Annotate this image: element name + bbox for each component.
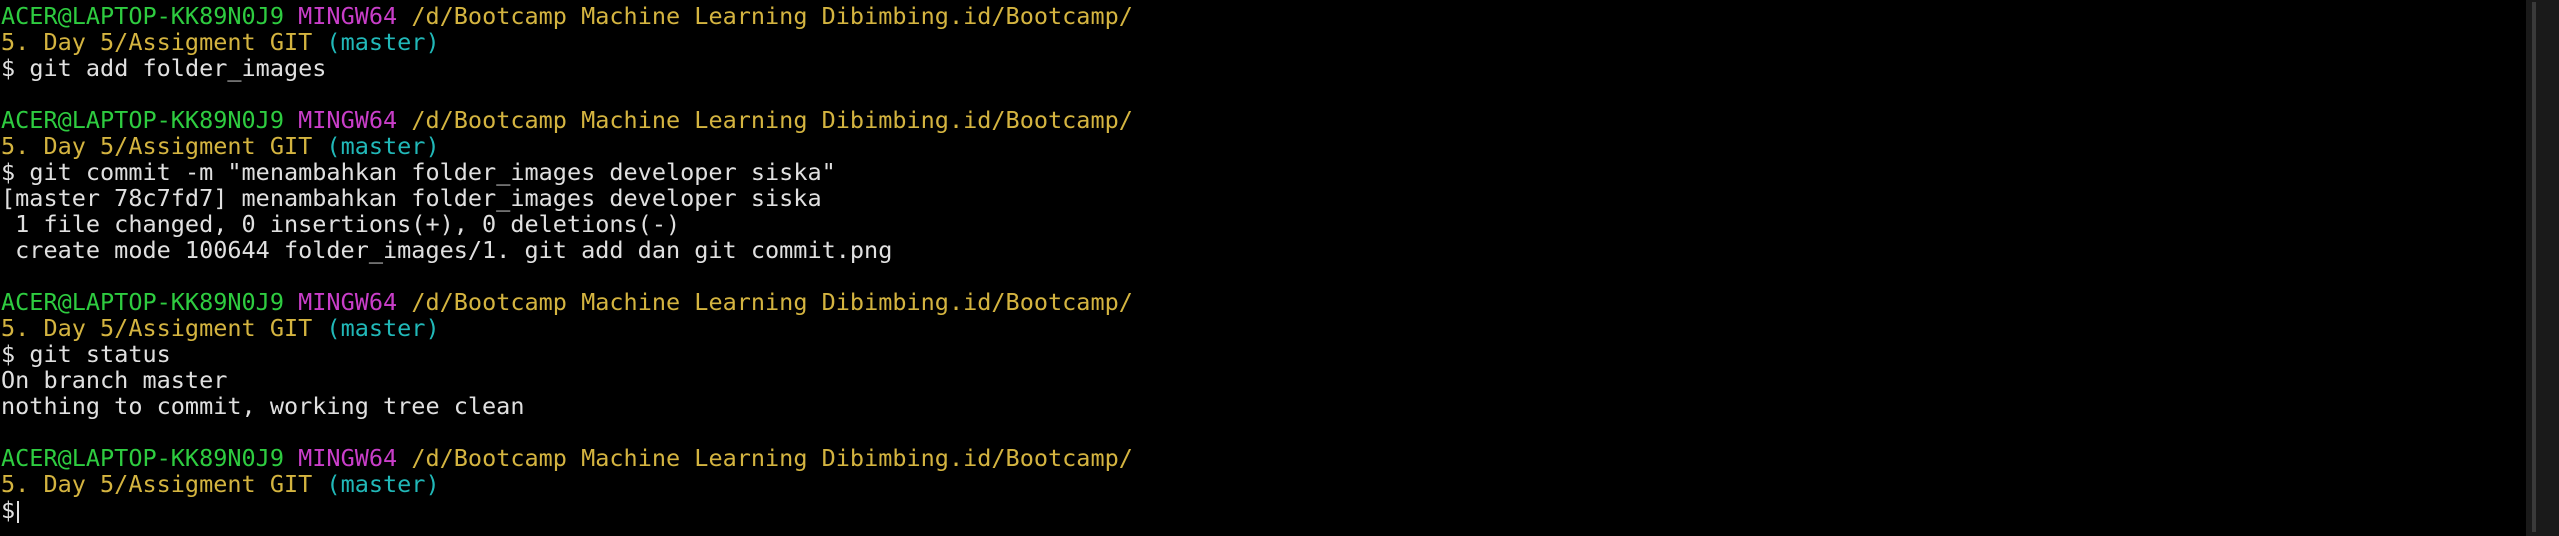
- prompt-path-continued: 5. Day 5/Assigment GIT (master): [1, 29, 2521, 55]
- prompt-path-part2: 5. Day 5/Assigment GIT: [1, 28, 313, 56]
- prompt-path-part2: 5. Day 5/Assigment GIT: [1, 132, 313, 160]
- output-line: nothing to commit, working tree clean: [1, 392, 525, 420]
- prompt-system: MINGW64: [298, 106, 398, 134]
- prompt-symbol: $: [1, 496, 16, 524]
- prompt-header: ACER@LAPTOP-KK89N0J9 MINGW64 /d/Bootcamp…: [1, 445, 2521, 471]
- prompt-branch: (master): [326, 132, 440, 160]
- command-text: git add folder_images: [29, 54, 327, 82]
- prompt-header: ACER@LAPTOP-KK89N0J9 MINGW64 /d/Bootcamp…: [1, 3, 2521, 29]
- output-line: 1 file changed, 0 insertions(+), 0 delet…: [1, 210, 681, 238]
- prompt-header: ACER@LAPTOP-KK89N0J9 MINGW64 /d/Bootcamp…: [1, 107, 2521, 133]
- prompt-user-host: ACER@LAPTOP-KK89N0J9: [1, 3, 284, 30]
- output-line: create mode 100644 folder_images/1. git …: [1, 236, 893, 264]
- prompt-system: MINGW64: [298, 444, 398, 472]
- prompt-symbol: $: [1, 54, 16, 82]
- prompt-path-continued: 5. Day 5/Assigment GIT (master): [1, 315, 2521, 341]
- prompt-path: /d/Bootcamp Machine Learning Dibimbing.i…: [411, 444, 1133, 472]
- prompt-user-host: ACER@LAPTOP-KK89N0J9: [1, 106, 284, 134]
- scrollbar-thumb[interactable]: [2532, 2, 2536, 532]
- prompt-symbol: $: [1, 340, 16, 368]
- prompt-symbol: $: [1, 158, 16, 186]
- command-text: git commit -m "menambahkan folder_images…: [29, 158, 836, 186]
- prompt-path: /d/Bootcamp Machine Learning Dibimbing.i…: [411, 106, 1133, 134]
- prompt-branch: (master): [326, 314, 440, 342]
- vertical-scrollbar[interactable]: [2526, 0, 2559, 536]
- prompt-path-continued: 5. Day 5/Assigment GIT (master): [1, 133, 2521, 159]
- terminal-window[interactable]: ACER@LAPTOP-KK89N0J9 MINGW64 /d/Bootcamp…: [1, 3, 2521, 533]
- command-line: $ git commit -m "menambahkan folder_imag…: [1, 159, 2521, 185]
- text-cursor: [17, 500, 20, 523]
- active-command-line[interactable]: $: [1, 497, 2521, 523]
- prompt-branch: (master): [326, 470, 440, 498]
- prompt-path: /d/Bootcamp Machine Learning Dibimbing.i…: [411, 3, 1133, 30]
- output-line: On branch master: [1, 366, 228, 394]
- prompt-path-continued: 5. Day 5/Assigment GIT (master): [1, 471, 2521, 497]
- prompt-path: /d/Bootcamp Machine Learning Dibimbing.i…: [411, 288, 1133, 316]
- prompt-path-part2: 5. Day 5/Assigment GIT: [1, 470, 313, 498]
- command-line: $ git status: [1, 341, 2521, 367]
- prompt-user-host: ACER@LAPTOP-KK89N0J9: [1, 444, 284, 472]
- prompt-system: MINGW64: [298, 3, 398, 30]
- prompt-system: MINGW64: [298, 288, 398, 316]
- command-line: $ git add folder_images: [1, 55, 2521, 81]
- command-text: git status: [29, 340, 171, 368]
- output-line: [master 78c7fd7] menambahkan folder_imag…: [1, 184, 822, 212]
- prompt-header: ACER@LAPTOP-KK89N0J9 MINGW64 /d/Bootcamp…: [1, 289, 2521, 315]
- prompt-branch: (master): [326, 28, 440, 56]
- prompt-path-part2: 5. Day 5/Assigment GIT: [1, 314, 313, 342]
- prompt-user-host: ACER@LAPTOP-KK89N0J9: [1, 288, 284, 316]
